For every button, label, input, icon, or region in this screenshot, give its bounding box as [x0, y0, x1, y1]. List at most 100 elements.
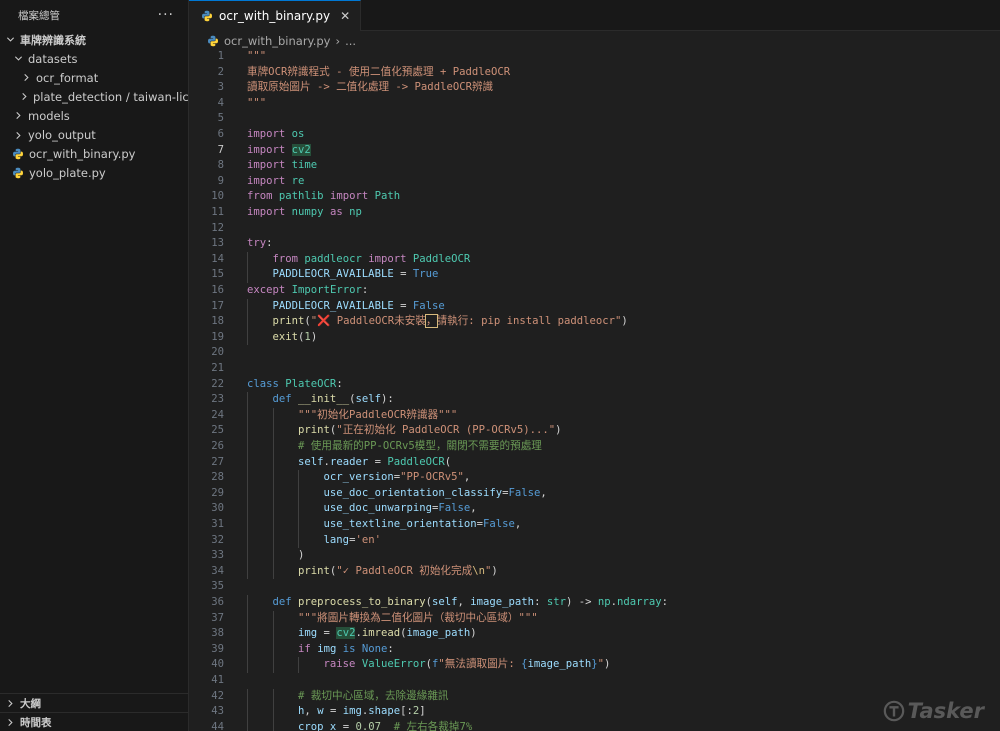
indent-guide [272, 423, 274, 439]
breadcrumb-symbols[interactable]: ... [345, 34, 356, 48]
code-token: True [412, 268, 439, 281]
code-token: = [317, 627, 337, 640]
code-token: 'en' [355, 533, 381, 546]
tree-folder-item[interactable]: ocr_format [0, 68, 188, 87]
line-number: 30 [211, 502, 224, 515]
code-token: False [483, 518, 515, 530]
line-number: 16 [211, 284, 224, 296]
code-token: import [247, 206, 286, 218]
code-token: , [514, 518, 522, 530]
code-token: = [336, 720, 356, 731]
tree-item-label: models [28, 108, 70, 123]
code-token: imread [361, 627, 401, 640]
code-token: from [272, 252, 299, 265]
code-token: : [266, 237, 273, 250]
indent-guide [272, 719, 274, 731]
code-token: ) -> [565, 596, 598, 608]
line-number: 29 [211, 486, 224, 499]
code-text: """將圖片轉換為二值化圖片（裁切中心區域）""" [247, 611, 538, 627]
code-token: numpy [291, 206, 324, 218]
indent-guide [298, 485, 300, 502]
tree-file-item[interactable]: yolo_plate.py [0, 164, 188, 183]
python-file-icon [12, 167, 24, 179]
line-number: 44 [211, 720, 224, 731]
code-text: """ [247, 49, 266, 65]
code-token: class [247, 377, 279, 390]
indent-guide [247, 439, 248, 455]
code-text: import time [247, 158, 317, 174]
code-token: Path [374, 190, 401, 203]
indent-guide [272, 688, 274, 705]
code-token: "無法讀取圖片: [438, 658, 522, 671]
code-token: image_path [527, 658, 592, 671]
code-token: as [329, 206, 343, 218]
timeline-section[interactable]: 時間表 [0, 712, 188, 731]
chevron-down-icon [12, 54, 24, 63]
indent-guide [247, 657, 248, 673]
tree-item-label: ocr_format [36, 70, 99, 85]
code-token: ) [604, 658, 611, 671]
code-editor[interactable]: 1 """ 2 車牌OCR辨識程式 - 使用二值化預處理 + PaddleOCR 3 讀取… [189, 49, 1000, 731]
explorer-sidebar: 檔案總管 ··· 車牌辨識系統 datasets ocr_format plate_d… [0, 0, 189, 731]
explorer-title: 檔案總管 [18, 9, 60, 22]
code-text: """ [247, 96, 266, 112]
chevron-right-icon [20, 92, 29, 101]
indent-guide [272, 517, 274, 533]
outline-section[interactable]: 大綱 [0, 693, 188, 712]
code-text: except ImportError: [247, 283, 368, 299]
python-file-icon [207, 35, 219, 47]
code-token: "✓ PaddleOCR 初始化完成 [336, 564, 473, 577]
indent-guide [247, 298, 248, 315]
line-number: 36 [211, 596, 224, 608]
line-number: 37 [211, 611, 224, 624]
code-token: ImportError [291, 284, 362, 296]
chevron-down-icon [4, 35, 16, 44]
indent-guide [247, 251, 248, 268]
code-text: use_textline_orientation=False, [247, 517, 522, 533]
indent-guide [298, 517, 300, 533]
tree-folder-item[interactable]: models [0, 106, 188, 125]
tab-ocr-with-binary[interactable]: ocr_with_binary.py ✕ [189, 0, 362, 31]
code-token: ) [491, 564, 498, 577]
code-token: ) [310, 330, 318, 343]
close-icon[interactable]: ✕ [340, 9, 350, 23]
indent-guide [247, 454, 248, 471]
tree-file-item[interactable]: ocr_with_binary.py [0, 145, 188, 164]
tree-folder-item[interactable]: yolo_output [0, 126, 188, 145]
code-text: raise ValueError(f"無法讀取圖片: {image_path}"… [247, 657, 611, 673]
code-token: PaddleOCR [412, 252, 471, 265]
tree-item-label: 車牌辨識系統 [20, 33, 86, 47]
code-token: : [336, 377, 343, 390]
code-text: import os [247, 127, 304, 143]
line-number: 4 [217, 96, 224, 109]
code-token: ) [247, 549, 305, 562]
tree-item-label: datasets [28, 51, 78, 66]
code-token: [: [400, 705, 413, 718]
vscode-window: 檔案總管 ··· 車牌辨識系統 datasets ocr_format plate_d… [0, 0, 1000, 731]
explorer-header: 檔案總管 ··· [0, 0, 188, 30]
chevron-right-icon [12, 111, 24, 120]
tree-folder-item[interactable]: datasets [0, 49, 188, 68]
code-token: print [298, 564, 330, 577]
code-token: import [329, 190, 369, 203]
tree-folder-item[interactable]: plate_detection / taiwan-lice... [0, 87, 188, 106]
line-number: 23 [211, 393, 224, 406]
outline-label: 大綱 [20, 697, 41, 710]
more-actions-icon[interactable]: ··· [158, 7, 174, 23]
code-token: use_doc_orientation_classify [323, 486, 503, 499]
code-token: 0.07 [355, 720, 381, 731]
breadcrumb: ocr_with_binary.py › ... [189, 31, 1000, 51]
code-token: PADDLEOCR_AVAILABLE [272, 268, 394, 281]
code-text: 讀取原始圖片 -> 二值化處理 -> PaddleOCR辨識 [247, 80, 493, 96]
timeline-label: 時間表 [20, 716, 52, 729]
tree-folder-item[interactable]: 車牌辨識系統 [0, 30, 188, 49]
code-token: , [457, 596, 471, 608]
breadcrumb-file[interactable]: ocr_with_binary.py [224, 34, 330, 48]
